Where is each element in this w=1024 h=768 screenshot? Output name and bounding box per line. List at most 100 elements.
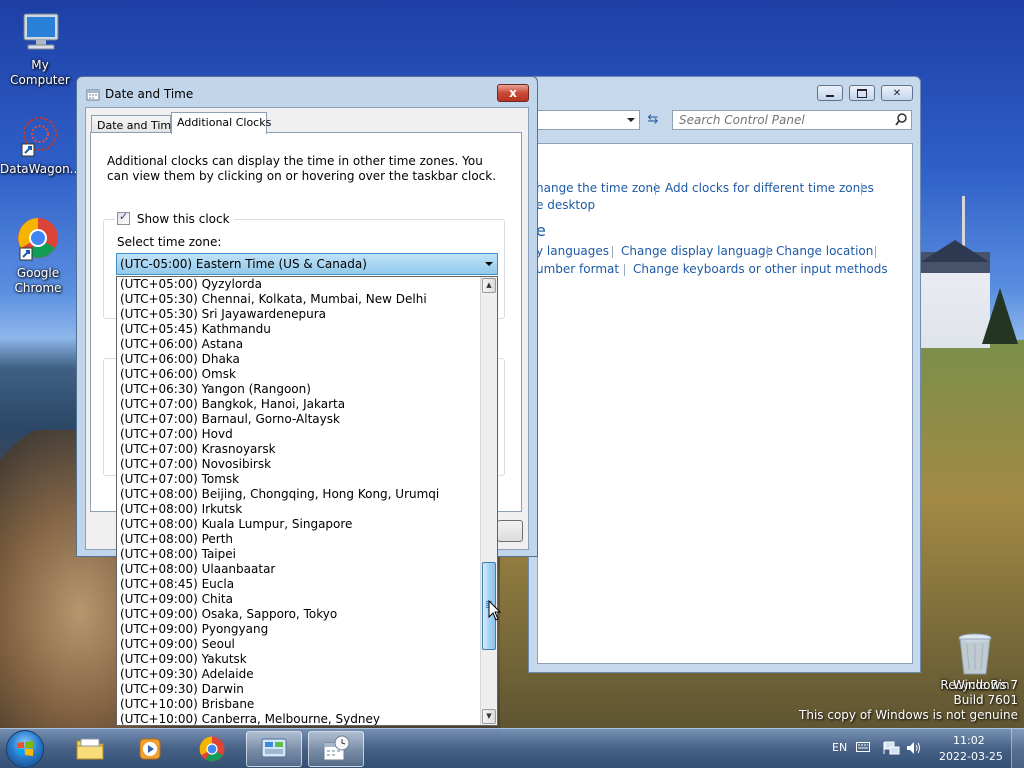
- scroll-up-button[interactable]: ▲: [482, 278, 496, 293]
- select-time-zone-label: Select time zone:: [117, 235, 222, 249]
- keyboard-icon[interactable]: [856, 742, 870, 755]
- time-zone-list[interactable]: (UTC+05:00) Qyzylorda (UTC+05:30) Chenna…: [116, 276, 498, 726]
- scroll-down-button[interactable]: ▼: [482, 709, 496, 724]
- desktop-icon-label: My Computer: [10, 58, 70, 87]
- windows-watermark: Windows 7 Build 7601 This copy of Window…: [799, 678, 1018, 723]
- clock-time[interactable]: 11:02: [953, 734, 985, 747]
- datawagon-icon: [16, 112, 64, 160]
- folder-icon: [76, 738, 104, 760]
- list-item[interactable]: (UTC+08:00) Ulaanbaatar: [120, 562, 275, 577]
- maximize-button[interactable]: [849, 85, 875, 101]
- refresh-button[interactable]: ⇆: [643, 110, 663, 130]
- list-item[interactable]: (UTC+09:00) Chita: [120, 592, 233, 607]
- list-item[interactable]: (UTC+09:30) Adelaide: [120, 667, 254, 682]
- change-location-link[interactable]: Change location: [776, 244, 873, 258]
- list-item[interactable]: (UTC+10:00) Brisbane: [120, 697, 254, 712]
- desktop-icon-datawagon[interactable]: DataWagon...: [0, 112, 82, 177]
- list-item[interactable]: (UTC+09:00) Seoul: [120, 637, 235, 652]
- desktop-icon-my-computer[interactable]: My Computer: [0, 8, 80, 88]
- show-clock-label: Show this clock: [136, 212, 230, 226]
- list-item[interactable]: (UTC+09:00) Pyongyang: [120, 622, 268, 637]
- list-item[interactable]: (UTC+09:00) Yakutsk: [120, 652, 247, 667]
- desktop-link[interactable]: e desktop: [536, 198, 595, 212]
- search-input[interactable]: [673, 111, 879, 128]
- desktop-icon-google-chrome[interactable]: Google Chrome: [0, 216, 78, 296]
- list-item[interactable]: (UTC+07:00) Hovd: [120, 427, 233, 442]
- watermark-line-2: Build 7601: [953, 693, 1018, 707]
- dialog-title: Date and Time: [105, 87, 194, 101]
- list-item[interactable]: (UTC+08:00) Kuala Lumpur, Singapore: [120, 517, 352, 532]
- list-item[interactable]: (UTC+07:00) Tomsk: [120, 472, 239, 487]
- search-icon[interactable]: [895, 113, 907, 129]
- dialog-close-button[interactable]: x: [497, 84, 529, 102]
- change-display-language-link[interactable]: Change display language: [621, 244, 773, 258]
- address-dropdown-icon[interactable]: [627, 118, 635, 122]
- close-button[interactable]: ✕: [881, 85, 913, 101]
- chrome-icon: [199, 736, 225, 762]
- tab-additional-clocks[interactable]: Additional Clocks: [171, 112, 271, 134]
- list-scrollbar[interactable]: ▲ ▼: [480, 277, 497, 725]
- search-box[interactable]: [672, 110, 912, 130]
- list-item[interactable]: (UTC+07:00) Novosibirsk: [120, 457, 271, 472]
- taskbar-explorer-button[interactable]: [62, 731, 118, 767]
- language-indicator[interactable]: EN: [832, 741, 847, 754]
- restore-icon: [857, 88, 867, 98]
- number-format-link[interactable]: umber format: [536, 262, 619, 276]
- taskbar-media-player-button[interactable]: [122, 731, 178, 767]
- list-item[interactable]: (UTC+05:30) Chennai, Kolkata, Mumbai, Ne…: [120, 292, 427, 307]
- time-zone-select[interactable]: (UTC-05:00) Eastern Time (US & Canada): [116, 253, 498, 275]
- list-item[interactable]: (UTC+08:00) Beijing, Chongqing, Hong Kon…: [120, 487, 439, 502]
- change-time-zone-link[interactable]: hange the time zone: [536, 181, 660, 195]
- control-panel-icon: [261, 738, 287, 758]
- taskbar-control-panel-button[interactable]: [246, 731, 302, 767]
- list-item[interactable]: (UTC+05:45) Kathmandu: [120, 322, 271, 337]
- list-item[interactable]: (UTC+06:00) Astana: [120, 337, 243, 352]
- recycle-bin-icon: [955, 632, 995, 676]
- add-clocks-link[interactable]: Add clocks for different time zones: [665, 181, 874, 195]
- clock-date[interactable]: 2022-03-25: [939, 750, 1003, 763]
- languages-link[interactable]: y languages: [536, 244, 609, 258]
- list-item[interactable]: (UTC+05:30) Sri Jayawardenepura: [120, 307, 326, 322]
- address-bar[interactable]: [537, 110, 640, 130]
- list-item[interactable]: (UTC+06:30) Yangon (Rangoon): [120, 382, 311, 397]
- list-item[interactable]: (UTC+06:00) Omsk: [120, 367, 236, 382]
- control-panel-window[interactable]: ✕ ⇆ hange the time zone Add clocks for d…: [528, 76, 921, 673]
- list-item[interactable]: (UTC+06:00) Dhaka: [120, 352, 240, 367]
- separator: [612, 246, 613, 258]
- separator: [861, 183, 862, 195]
- list-item[interactable]: (UTC+07:00) Krasnoyarsk: [120, 442, 276, 457]
- wallpaper-house: [920, 252, 990, 348]
- minimize-button[interactable]: [817, 85, 843, 101]
- cancel-button[interactable]: [497, 520, 523, 542]
- chrome-icon: [14, 216, 62, 264]
- list-item[interactable]: (UTC+07:00) Barnaul, Gorno-Altaysk: [120, 412, 340, 427]
- clocks-description: Additional clocks can display the time i…: [107, 154, 497, 183]
- desktop-icon-label: DataWagon...: [0, 162, 82, 176]
- list-item[interactable]: (UTC+08:00) Perth: [120, 532, 233, 547]
- list-item[interactable]: (UTC+05:00) Qyzylorda: [120, 277, 262, 292]
- show-clock-checkbox-row[interactable]: ✓ Show this clock: [115, 210, 234, 226]
- clock-title-icon: [86, 87, 100, 104]
- show-desktop-button[interactable]: [1011, 729, 1024, 768]
- list-item[interactable]: (UTC+10:00) Canberra, Melbourne, Sydney: [120, 712, 380, 725]
- chevron-down-icon[interactable]: [485, 262, 493, 266]
- close-icon: ✕: [892, 87, 902, 99]
- list-item[interactable]: (UTC+09:00) Osaka, Sapporo, Tokyo: [120, 607, 337, 622]
- change-keyboards-link[interactable]: Change keyboards or other input methods: [633, 262, 888, 276]
- volume-icon[interactable]: [906, 741, 922, 758]
- list-item[interactable]: (UTC+08:00) Taipei: [120, 547, 236, 562]
- mouse-cursor-icon: [488, 599, 502, 625]
- list-item[interactable]: (UTC+09:30) Darwin: [120, 682, 244, 697]
- separator: [875, 246, 876, 258]
- list-item[interactable]: (UTC+08:45) Eucla: [120, 577, 234, 592]
- minimize-icon: [826, 94, 834, 97]
- media-player-icon: [139, 738, 161, 760]
- start-button[interactable]: [6, 730, 44, 768]
- network-icon[interactable]: [884, 741, 900, 758]
- list-item[interactable]: (UTC+07:00) Bangkok, Hanoi, Jakarta: [120, 397, 345, 412]
- taskbar-chrome-button[interactable]: [184, 731, 240, 767]
- taskbar-date-time-button[interactable]: [308, 731, 364, 767]
- windows-logo-icon: [17, 741, 33, 756]
- show-clock-checkbox[interactable]: ✓: [117, 210, 130, 225]
- list-item[interactable]: (UTC+08:00) Irkutsk: [120, 502, 242, 517]
